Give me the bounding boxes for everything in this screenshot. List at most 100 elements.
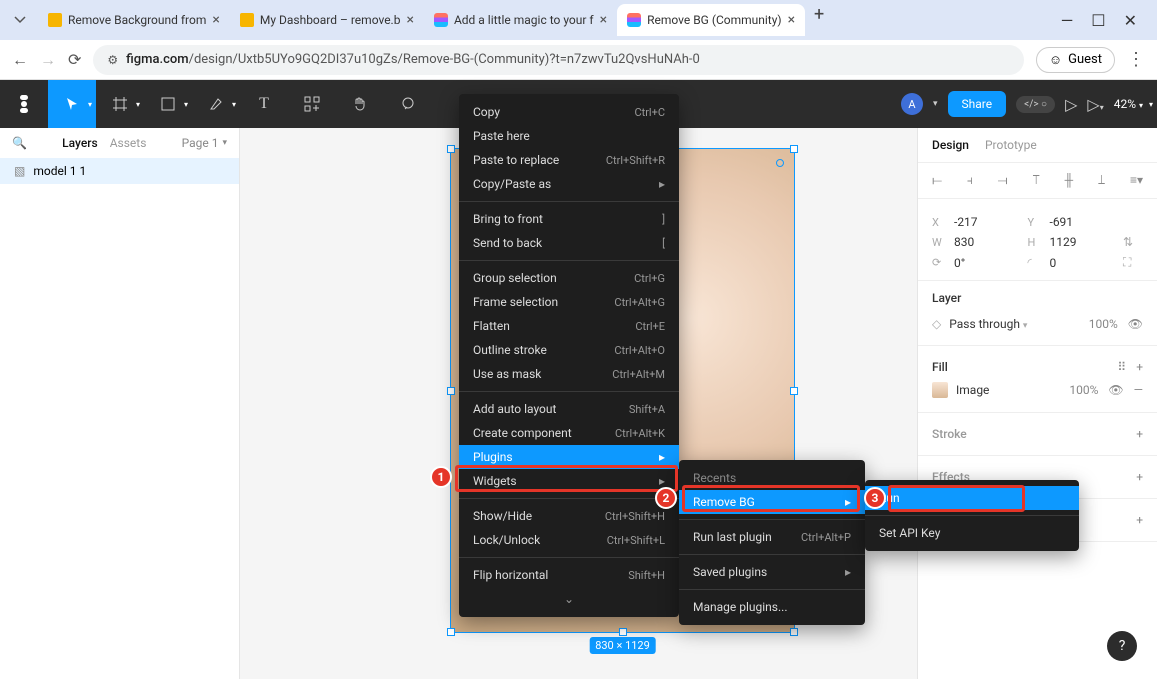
rotation-anchor[interactable] bbox=[776, 159, 784, 167]
ctx-paste-replace[interactable]: Paste to replaceCtrl+Shift+R bbox=[459, 148, 679, 172]
close-icon[interactable]: × bbox=[212, 12, 219, 28]
add-fill-icon[interactable]: + bbox=[1136, 360, 1143, 374]
resize-handle-bl[interactable] bbox=[447, 628, 455, 636]
align-right-icon[interactable]: ⟞ bbox=[998, 173, 1008, 188]
pen-tool[interactable]: ▾ bbox=[192, 80, 240, 128]
search-icon[interactable]: 🔍 bbox=[12, 136, 27, 150]
browser-tab-2[interactable]: Add a little magic to your f × bbox=[424, 4, 617, 36]
h-input[interactable]: 1129 bbox=[1050, 235, 1116, 249]
back-icon[interactable]: ← bbox=[12, 50, 28, 70]
align-hcenter-icon[interactable]: ⫞ bbox=[967, 173, 973, 188]
fill-visibility-icon[interactable]: 👁 bbox=[1108, 383, 1123, 397]
shape-tool[interactable]: ▾ bbox=[144, 80, 192, 128]
ctx-outline-stroke[interactable]: Outline strokeCtrl+Alt+O bbox=[459, 338, 679, 362]
w-input[interactable]: 830 bbox=[954, 235, 1020, 249]
fill-styles-icon[interactable]: ⠿ bbox=[1117, 360, 1126, 374]
ctx-flatten[interactable]: FlattenCtrl+E bbox=[459, 314, 679, 338]
ctx-flip-horizontal[interactable]: Flip horizontalShift+H bbox=[459, 563, 679, 587]
ctx-copy[interactable]: CopyCtrl+C bbox=[459, 100, 679, 124]
visibility-icon[interactable]: 👁 bbox=[1128, 317, 1143, 331]
align-vcenter-icon[interactable]: ╫ bbox=[1065, 173, 1074, 188]
reload-icon[interactable]: ⟳ bbox=[68, 50, 81, 69]
layers-tab[interactable]: Layers bbox=[62, 136, 98, 150]
ctx-paste-here[interactable]: Paste here bbox=[459, 124, 679, 148]
page-selector[interactable]: Page 1▾ bbox=[182, 136, 227, 150]
resize-handle-tr[interactable] bbox=[790, 145, 798, 153]
frame-tool[interactable]: ▾ bbox=[96, 80, 144, 128]
ctx-send-back[interactable]: Send to back[ bbox=[459, 231, 679, 255]
forward-icon[interactable]: → bbox=[40, 50, 56, 70]
site-settings-icon[interactable]: ⚙ bbox=[107, 53, 118, 67]
ctx-frame-selection[interactable]: Frame selectionCtrl+Alt+G bbox=[459, 290, 679, 314]
move-tool[interactable]: ▾ bbox=[48, 80, 96, 128]
x-input[interactable]: -217 bbox=[954, 215, 1020, 229]
ctx-run-plugin[interactable]: Run bbox=[865, 486, 1079, 510]
independent-corners-icon[interactable]: ⛶ bbox=[1123, 255, 1143, 270]
ctx-plugins[interactable]: Plugins▸ bbox=[459, 445, 679, 469]
resize-handle-br[interactable] bbox=[790, 628, 798, 636]
assets-tab[interactable]: Assets bbox=[110, 136, 147, 150]
design-tab[interactable]: Design bbox=[932, 138, 969, 152]
resize-handle-ml[interactable] bbox=[447, 387, 455, 395]
minimize-icon[interactable]: — bbox=[1061, 11, 1074, 30]
fill-opacity-input[interactable]: 100% bbox=[1069, 383, 1098, 397]
ctx-saved-plugins[interactable]: Saved plugins▸ bbox=[679, 560, 865, 584]
resources-tool[interactable] bbox=[288, 80, 336, 128]
ctx-manage-plugins[interactable]: Manage plugins... bbox=[679, 595, 865, 619]
browser-tab-3[interactable]: Remove BG (Community) × bbox=[617, 4, 805, 36]
close-icon[interactable]: × bbox=[788, 12, 795, 28]
ctx-widgets[interactable]: Widgets▸ bbox=[459, 469, 679, 493]
tab-list-dropdown[interactable] bbox=[8, 8, 32, 32]
close-window-icon[interactable]: ✕ bbox=[1124, 11, 1137, 30]
ctx-bring-front[interactable]: Bring to front] bbox=[459, 207, 679, 231]
rotation-input[interactable]: 0° bbox=[954, 256, 1020, 270]
align-bottom-icon[interactable]: ⟘ bbox=[1098, 173, 1105, 188]
help-button[interactable]: ? bbox=[1107, 631, 1137, 661]
ctx-show-hide[interactable]: Show/HideCtrl+Shift+H bbox=[459, 504, 679, 528]
ctx-run-last-plugin[interactable]: Run last pluginCtrl+Alt+P bbox=[679, 525, 865, 549]
ctx-group-selection[interactable]: Group selectionCtrl+G bbox=[459, 266, 679, 290]
chevron-down-icon[interactable]: ▾ bbox=[933, 99, 938, 109]
fill-type[interactable]: Image bbox=[956, 383, 989, 397]
figma-menu-button[interactable]: ▾ bbox=[0, 93, 48, 115]
url-input[interactable]: ⚙ figma.com/design/Uxtb5UYo9GQ2DI37u10gZ… bbox=[93, 45, 1023, 75]
ctx-set-api-key[interactable]: Set API Key bbox=[865, 521, 1079, 545]
ctx-copy-paste-as[interactable]: Copy/Paste as▸ bbox=[459, 172, 679, 196]
ctx-use-as-mask[interactable]: Use as maskCtrl+Alt+M bbox=[459, 362, 679, 386]
fill-thumbnail[interactable] bbox=[932, 382, 948, 398]
opacity-input[interactable]: 100% bbox=[1089, 317, 1118, 331]
close-icon[interactable]: × bbox=[600, 12, 607, 28]
resize-handle-mr[interactable] bbox=[790, 387, 798, 395]
blend-mode-select[interactable]: Pass through ▾ bbox=[949, 317, 1027, 331]
comment-tool[interactable] bbox=[384, 80, 432, 128]
browser-tab-1[interactable]: My Dashboard – remove.b × bbox=[230, 4, 424, 36]
lock-ratio-icon[interactable]: ⇅ bbox=[1123, 235, 1143, 249]
align-left-icon[interactable]: ⟝ bbox=[932, 173, 942, 188]
user-avatar[interactable]: A bbox=[901, 93, 923, 115]
dev-mode-toggle[interactable]: </> ○ bbox=[1016, 96, 1055, 113]
new-tab-button[interactable]: + bbox=[805, 4, 833, 36]
maximize-icon[interactable]: ☐ bbox=[1091, 11, 1105, 30]
ctx-create-component[interactable]: Create componentCtrl+Alt+K bbox=[459, 421, 679, 445]
browser-tab-0[interactable]: Remove Background from × bbox=[38, 4, 230, 36]
ctx-plugin-remove-bg[interactable]: Remove BG▸ bbox=[679, 490, 865, 514]
add-export-icon[interactable]: + bbox=[1136, 513, 1143, 527]
distribute-icon[interactable]: ≡▾ bbox=[1130, 173, 1143, 188]
y-input[interactable]: -691 bbox=[1050, 215, 1116, 229]
present-icon[interactable]: ▷ bbox=[1065, 95, 1077, 114]
align-top-icon[interactable]: ⟙ bbox=[1033, 173, 1040, 188]
hand-tool[interactable] bbox=[336, 80, 384, 128]
ctx-more-icon[interactable]: ⌄ bbox=[459, 587, 679, 611]
resize-handle-tl[interactable] bbox=[447, 145, 455, 153]
zoom-dropdown[interactable]: 42% ▾ bbox=[1114, 97, 1143, 111]
profile-button[interactable]: ☺ Guest bbox=[1036, 47, 1115, 73]
remove-fill-icon[interactable]: — bbox=[1134, 383, 1143, 397]
ctx-add-auto-layout[interactable]: Add auto layoutShift+A bbox=[459, 397, 679, 421]
prototype-tab[interactable]: Prototype bbox=[985, 138, 1037, 152]
browser-menu-icon[interactable]: ⋮ bbox=[1127, 49, 1145, 70]
add-stroke-icon[interactable]: + bbox=[1136, 427, 1143, 441]
share-button[interactable]: Share bbox=[948, 91, 1007, 117]
close-icon[interactable]: × bbox=[406, 12, 413, 28]
ctx-lock-unlock[interactable]: Lock/UnlockCtrl+Shift+L bbox=[459, 528, 679, 552]
resize-handle-mb[interactable] bbox=[619, 628, 627, 636]
